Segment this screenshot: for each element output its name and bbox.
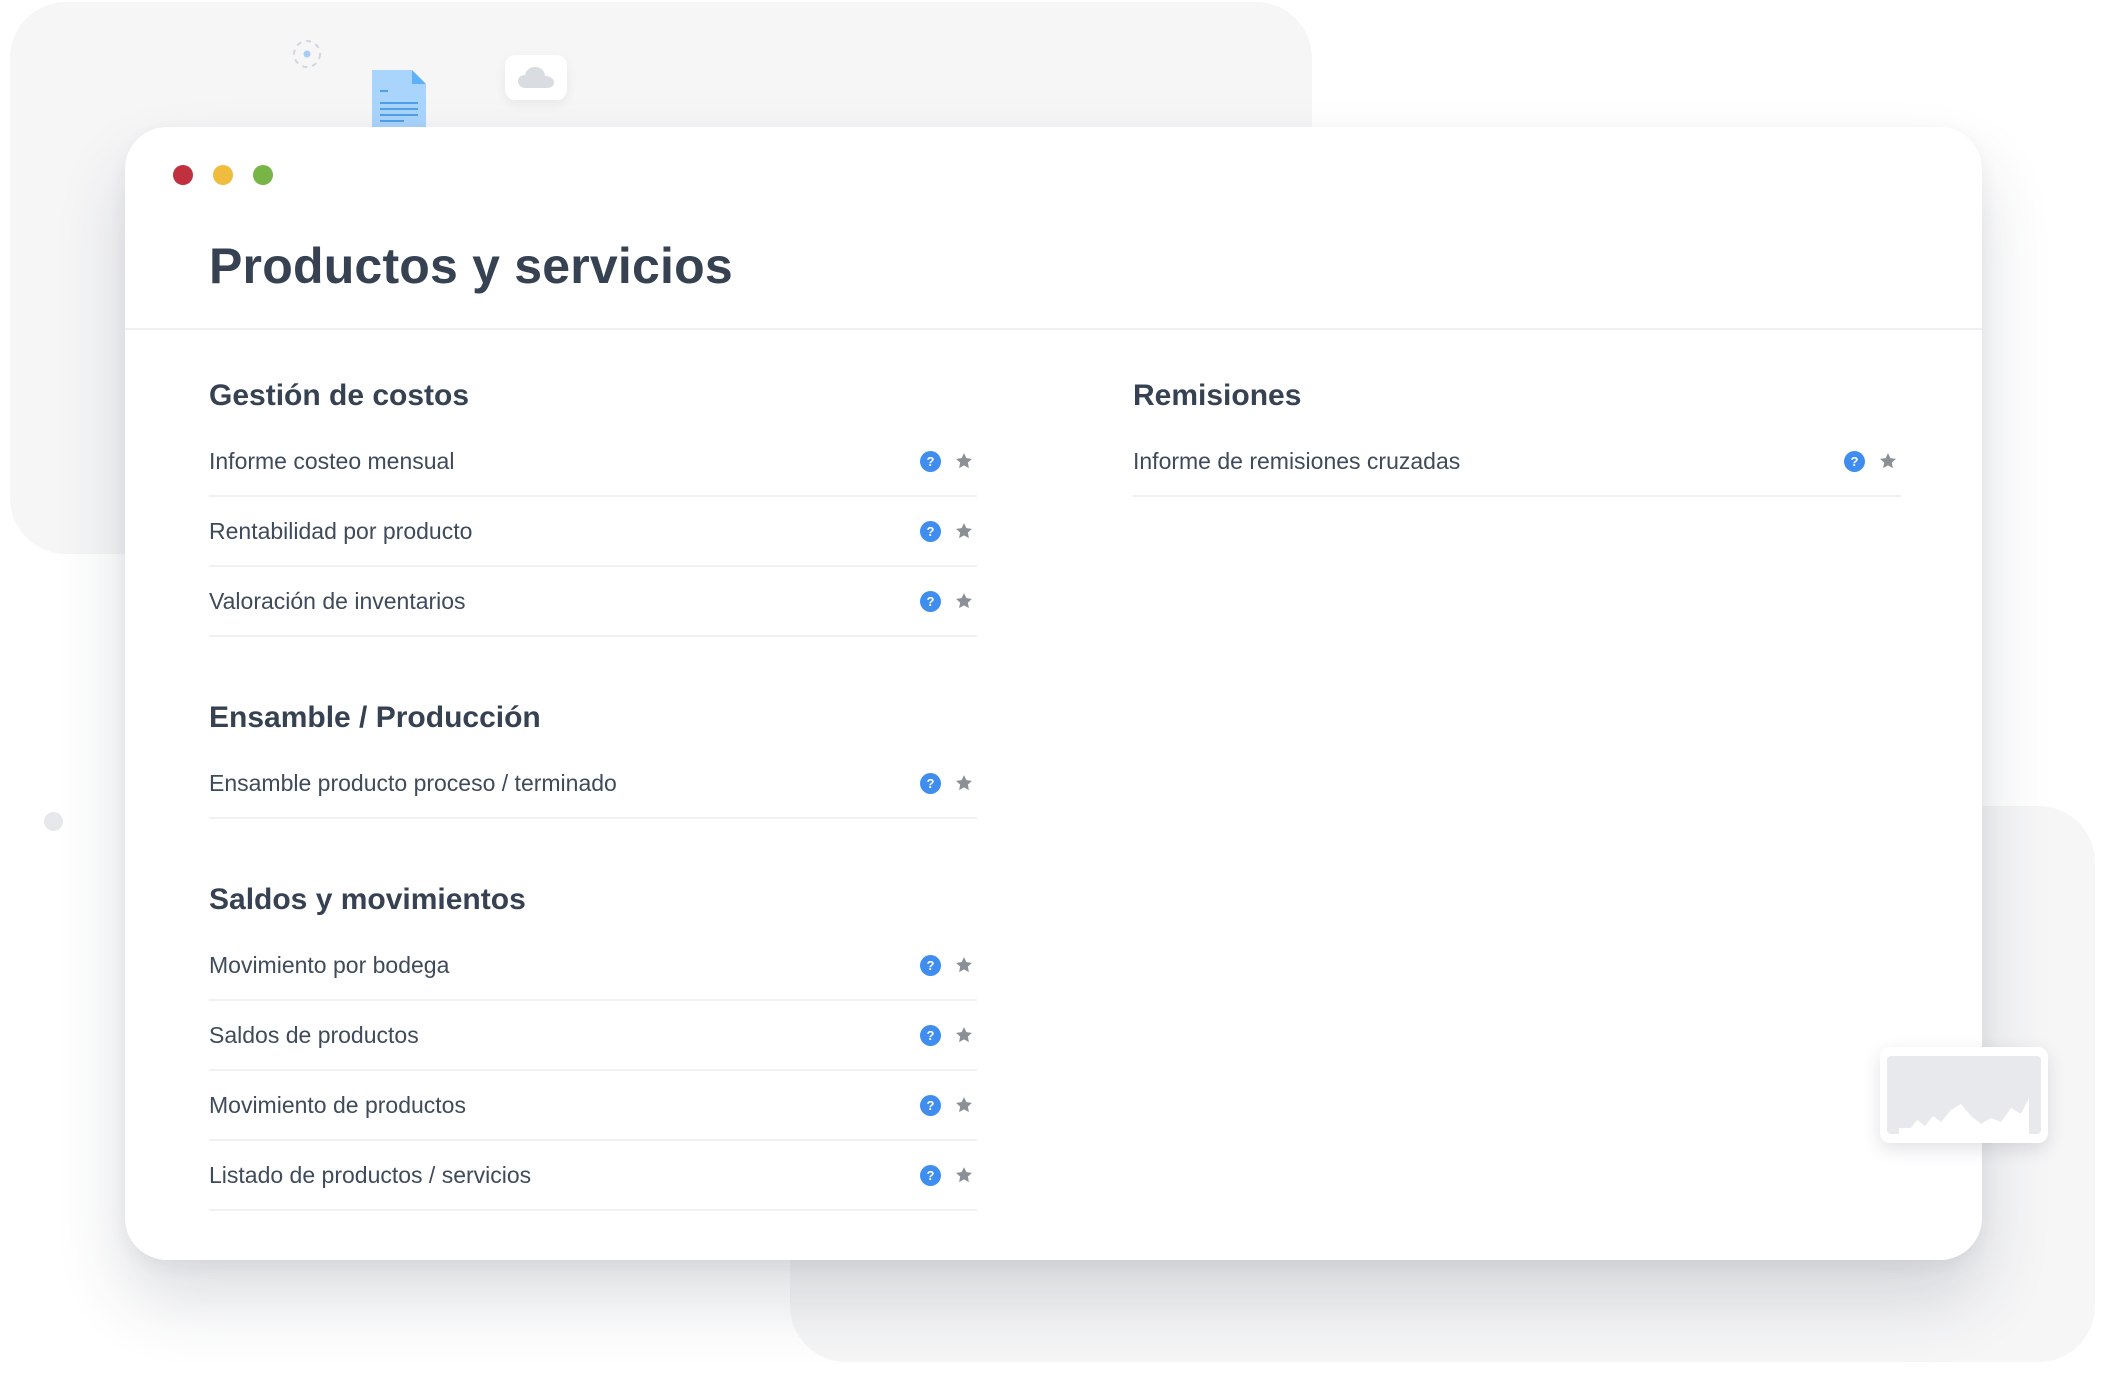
help-icon[interactable]: ? [1844, 450, 1865, 472]
group-title: Remisiones [1133, 379, 1302, 412]
star-icon[interactable] [953, 450, 975, 472]
window-controls [173, 165, 273, 185]
report-item-actions: ? [920, 954, 975, 976]
help-icon[interactable]: ? [920, 1094, 941, 1116]
left-report-column: Gestión de costos Informe costeo mensual?… [209, 375, 977, 1260]
report-item-movimiento-de-productos[interactable]: Movimiento de productos? [209, 1071, 977, 1141]
report-item-label[interactable]: Saldos de productos [209, 1022, 419, 1049]
star-icon[interactable] [953, 520, 975, 542]
report-item-label[interactable]: Movimiento por bodega [209, 952, 449, 979]
report-group-gestion-de-costos: Gestión de costos Informe costeo mensual?… [209, 375, 977, 637]
report-item-label[interactable]: Informe de remisiones cruzadas [1133, 448, 1460, 475]
help-icon[interactable]: ? [920, 590, 941, 612]
cloud-card [505, 55, 567, 100]
star-icon[interactable] [953, 954, 975, 976]
report-item-label[interactable]: Informe costeo mensual [209, 448, 454, 475]
report-group-remisiones: Remisiones Informe de remisiones cruzadas… [1133, 375, 1901, 497]
star-icon[interactable] [953, 1094, 975, 1116]
report-item-movimiento-por-bodega[interactable]: Movimiento por bodega? [209, 931, 977, 1001]
star-icon[interactable] [953, 1164, 975, 1186]
app-stage: Productos y servicios Gestión de costos I… [0, 0, 2101, 1373]
title-divider [125, 328, 1982, 330]
chart-thumbnail [1887, 1056, 2041, 1134]
report-item-informe-de-remisiones-cruzadas[interactable]: Informe de remisiones cruzadas? [1133, 427, 1901, 497]
star-icon[interactable] [953, 772, 975, 794]
page-title: Productos y servicios [209, 238, 733, 294]
decorative-dot [44, 812, 63, 831]
app-window: Productos y servicios Gestión de costos I… [125, 127, 1982, 1260]
report-item-informe-costeo-mensual[interactable]: Informe costeo mensual? [209, 427, 977, 497]
star-icon[interactable] [1877, 450, 1899, 472]
help-icon[interactable]: ? [920, 1164, 941, 1186]
report-item-actions: ? [920, 590, 975, 612]
report-item-ensamble-producto-proceso-terminado[interactable]: Ensamble producto proceso / terminado? [209, 749, 977, 819]
report-item-label[interactable]: Listado de productos / servicios [209, 1162, 531, 1189]
report-item-actions: ? [920, 450, 975, 472]
loading-spinner-icon [293, 40, 321, 68]
report-item-valoracion-de-inventarios[interactable]: Valoración de inventarios? [209, 567, 977, 637]
report-item-actions: ? [920, 1024, 975, 1046]
document-icon [372, 70, 426, 132]
group-title: Gestión de costos [209, 379, 470, 412]
area-chart-icon [1899, 1098, 2029, 1134]
report-item-label[interactable]: Rentabilidad por producto [209, 518, 472, 545]
report-item-actions: ? [920, 520, 975, 542]
report-item-actions: ? [920, 1164, 975, 1186]
report-item-label[interactable]: Movimiento de productos [209, 1092, 466, 1119]
group-title: Ensamble / Producción [209, 701, 541, 734]
help-icon[interactable]: ? [920, 772, 941, 794]
report-item-listado-de-productos-servicios[interactable]: Listado de productos / servicios? [209, 1141, 977, 1211]
chart-thumbnail-card [1880, 1047, 2048, 1143]
report-item-actions: ? [1844, 450, 1899, 472]
report-item-label[interactable]: Ensamble producto proceso / terminado [209, 770, 617, 797]
close-window-button[interactable] [173, 165, 193, 185]
report-item-actions: ? [920, 1094, 975, 1116]
help-icon[interactable]: ? [920, 1024, 941, 1046]
report-item-saldos-de-productos[interactable]: Saldos de productos? [209, 1001, 977, 1071]
help-icon[interactable]: ? [920, 450, 941, 472]
cloud-icon [518, 66, 554, 88]
report-item-rentabilidad-por-producto[interactable]: Rentabilidad por producto? [209, 497, 977, 567]
report-group-ensamble-produccion: Ensamble / Producción Ensamble producto p… [209, 697, 977, 819]
star-icon[interactable] [953, 1024, 975, 1046]
right-report-column: Remisiones Informe de remisiones cruzadas… [1133, 375, 1901, 557]
star-icon[interactable] [953, 590, 975, 612]
report-item-actions: ? [920, 772, 975, 794]
help-icon[interactable]: ? [920, 954, 941, 976]
minimize-window-button[interactable] [213, 165, 233, 185]
group-title: Saldos y movimientos [209, 883, 526, 916]
report-item-label[interactable]: Valoración de inventarios [209, 588, 466, 615]
help-icon[interactable]: ? [920, 520, 941, 542]
report-group-saldos-y-movimientos: Saldos y movimientos Movimiento por bodeg… [209, 879, 977, 1211]
maximize-window-button[interactable] [253, 165, 273, 185]
